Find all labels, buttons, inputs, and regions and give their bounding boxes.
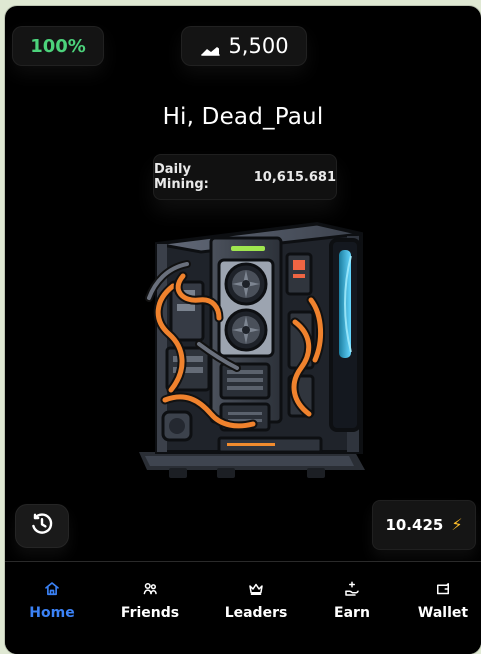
battery-badge: 100% xyxy=(12,26,104,66)
nav-label-friends: Friends xyxy=(120,605,180,621)
daily-mining-badge: Daily Mining: 10,615.681 xyxy=(153,154,337,200)
balance-value: 5,500 xyxy=(228,34,289,58)
nav-earn[interactable]: Earn xyxy=(312,580,392,636)
bottom-nav: Home Friends Leaders Earn Wallet xyxy=(5,561,481,654)
battery-value: 100% xyxy=(30,35,86,57)
cloud-chart-icon xyxy=(199,39,221,56)
daily-mining-label: Daily Mining: xyxy=(154,162,209,192)
history-button[interactable] xyxy=(15,504,69,548)
nav-home[interactable]: Home xyxy=(12,580,92,636)
nav-leaders[interactable]: Leaders xyxy=(216,580,296,636)
nav-label-leaders: Leaders xyxy=(224,605,288,621)
boost-value: 10.425 xyxy=(385,516,444,534)
nav-wallet[interactable]: Wallet xyxy=(403,580,481,636)
friends-icon xyxy=(140,580,160,598)
lightning-icon: ⚡ xyxy=(451,515,463,534)
crown-icon xyxy=(246,580,266,598)
daily-mining-value: 10,615.681 xyxy=(253,169,336,185)
home-icon xyxy=(42,580,62,598)
app-shell: 100% 5,500 Hi, Dead_Paul Daily Mining: 1… xyxy=(5,6,481,654)
nav-label-home: Home xyxy=(29,605,75,621)
boost-badge[interactable]: 10.425 ⚡ xyxy=(372,500,476,550)
nav-friends[interactable]: Friends xyxy=(110,580,190,636)
earn-icon xyxy=(342,580,362,598)
wallet-icon xyxy=(433,580,453,598)
nav-label-earn: Earn xyxy=(334,605,370,621)
history-icon xyxy=(30,512,54,540)
nav-label-wallet: Wallet xyxy=(417,605,469,621)
page-title: Hi, Dead_Paul xyxy=(162,104,324,130)
mining-pc-image xyxy=(129,216,365,488)
balance-badge: 5,500 xyxy=(181,26,307,66)
